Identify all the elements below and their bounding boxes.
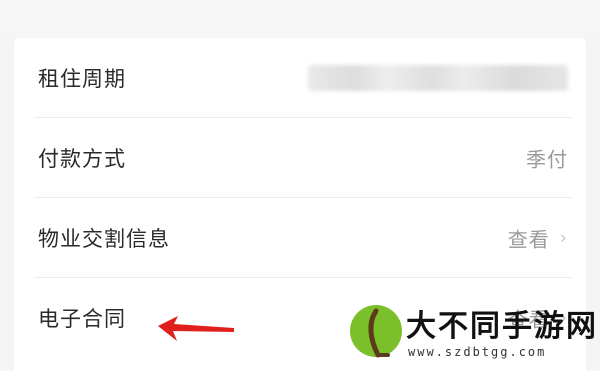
watermark-title: 大不同手游网: [406, 309, 598, 344]
row-label: 租住周期: [38, 67, 126, 91]
row-label: 付款方式: [38, 147, 126, 171]
row-payment-method: 付款方式 季付: [14, 118, 586, 198]
blurred-value: [308, 65, 568, 91]
red-arrow-annotation: [158, 316, 234, 341]
payment-method-value: 季付: [526, 147, 568, 172]
view-label: 查看: [507, 227, 550, 252]
row-value: 季付: [526, 144, 568, 173]
leaf-logo-icon: [350, 305, 402, 358]
row-lease-period: 租住周期: [14, 38, 586, 118]
top-band: [0, 0, 600, 38]
chevron-right-icon: ›: [559, 227, 568, 248]
view-link[interactable]: 查看 ›: [508, 224, 568, 253]
row-label: 物业交割信息: [38, 227, 170, 251]
watermark: 大不同手游网 www.szdbtgg.com: [346, 295, 598, 369]
watermark-url: www.szdbtgg.com: [408, 345, 547, 359]
row-property-handover[interactable]: 物业交割信息 查看 ›: [14, 198, 586, 278]
row-label: 电子合同: [38, 307, 126, 331]
